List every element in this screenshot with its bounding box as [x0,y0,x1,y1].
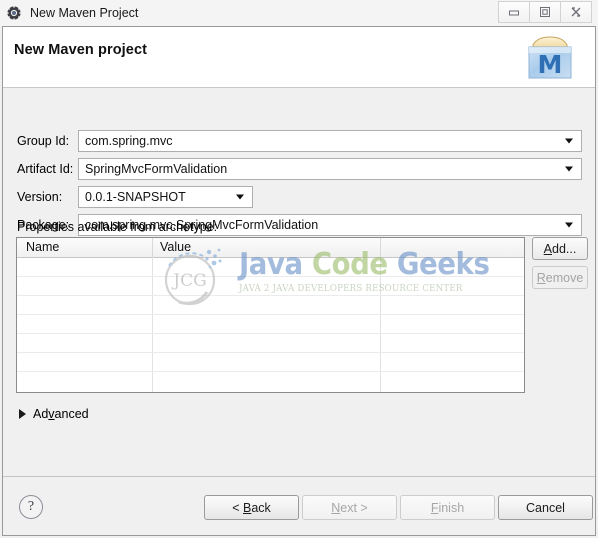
advanced-section-toggle[interactable]: Advanced [19,407,89,421]
table-row[interactable] [17,333,524,334]
jcg-logo-text: JCG [171,271,206,291]
advanced-label: Advanced [33,407,89,421]
version-field[interactable]: 0.0.1-SNAPSHOT [78,186,253,208]
close-button[interactable] [561,1,592,23]
remove-button-accel: R [536,270,546,285]
page-title: New Maven project [14,42,148,58]
artifact-id-field[interactable]: SpringMvcFormValidation [78,158,582,180]
next-button[interactable]: Next > [302,495,397,520]
group-id-value: com.spring.mvc [85,134,173,148]
maven-logo-icon: M [519,32,581,82]
maximize-button[interactable] [530,1,561,23]
wizard-header: New Maven project M [3,27,595,88]
help-button[interactable]: ? [19,495,43,519]
artifact-id-label: Artifact Id: [17,162,74,176]
chevron-down-icon[interactable] [565,166,573,172]
minimize-icon [509,10,519,16]
table-header-row: Name Value [17,238,524,258]
table-row[interactable] [17,314,524,315]
artifact-id-value: SpringMvcFormValidation [85,162,228,176]
properties-label: Properties available from archetype: [17,220,218,234]
header-divider[interactable] [380,238,381,257]
remove-property-button[interactable]: Remove [532,266,588,289]
table-row[interactable] [17,276,524,277]
group-id-label: Group Id: [17,134,70,148]
version-label: Version: [17,190,63,204]
restore-icon [540,7,550,17]
new-maven-project-window: New Maven Project New Maven project M Gr… [0,0,598,538]
title-bar: New Maven Project [0,0,598,26]
add-property-button[interactable]: Add... [532,237,588,260]
eclipse-wizard-gear-icon [6,5,22,21]
table-row[interactable] [17,295,524,296]
footer-separator [3,476,595,477]
help-icon: ? [27,499,35,514]
version-value: 0.0.1-SNAPSHOT [85,190,186,204]
header-divider[interactable] [152,238,153,257]
chevron-right-icon[interactable] [19,409,26,419]
chevron-down-icon[interactable] [565,222,573,228]
chevron-down-icon[interactable] [565,138,573,144]
column-header-value[interactable]: Value [160,240,191,254]
add-button-label: dd... [552,241,577,256]
close-icon [571,7,581,17]
properties-table[interactable]: Name Value JCG Java Code Geeks JAVA 2 JA… [16,237,525,393]
cancel-button[interactable]: Cancel [498,495,593,520]
chevron-down-icon[interactable] [236,194,244,200]
column-header-name[interactable]: Name [26,240,59,254]
window-controls [498,1,592,23]
back-button[interactable]: < Back [204,495,299,520]
minimize-button[interactable] [498,1,530,23]
watermark-subtitle: JAVA 2 JAVA DEVELOPERS RESOURCE CENTER [239,284,463,294]
group-id-field[interactable]: com.spring.mvc [78,130,582,152]
remove-button-label: emove [545,270,584,285]
finish-button[interactable]: Finish [400,495,495,520]
table-row[interactable] [17,371,524,372]
dialog-body: New Maven project M Group Id: com.spring… [2,26,596,536]
window-title: New Maven Project [30,6,139,20]
back-button-label: < Back [232,500,271,515]
cancel-button-label: Cancel [526,500,565,515]
add-button-accel: A [543,241,552,256]
finish-button-label: Finish [430,500,465,515]
table-row[interactable] [17,352,524,353]
svg-text:M: M [538,50,563,79]
next-button-label: Next > [331,500,368,515]
